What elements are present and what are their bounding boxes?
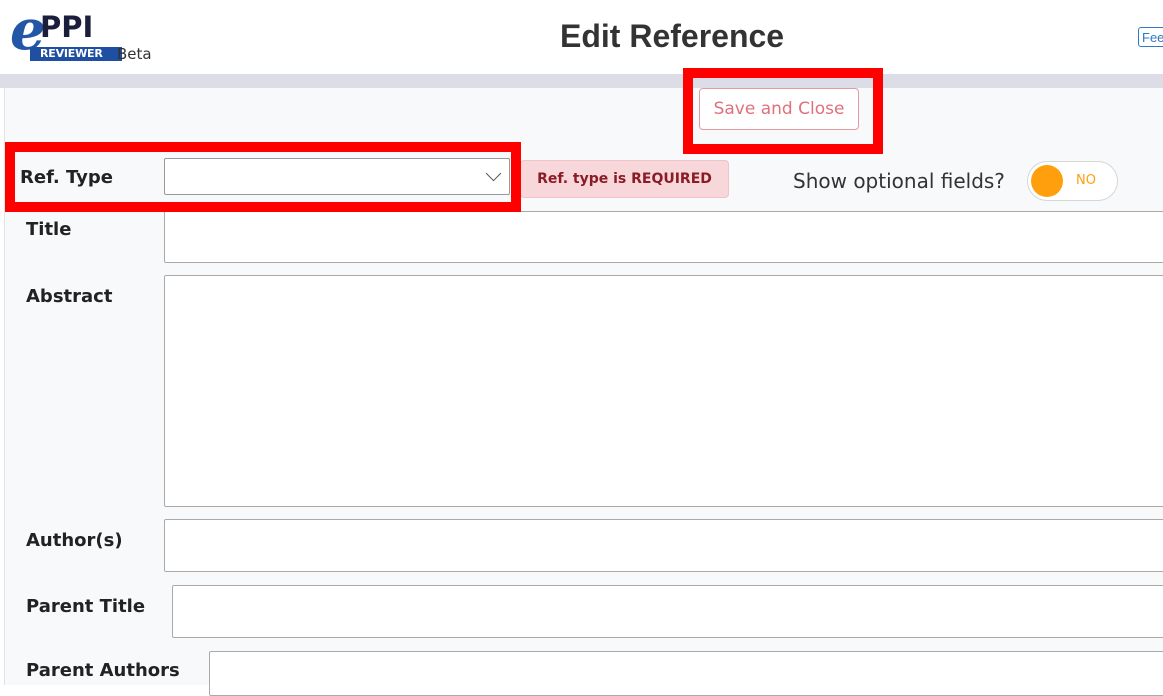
parent-authors-label: Parent Authors	[26, 660, 180, 681]
eppi-reviewer-logo[interactable]: e PPI REVIEWER Beta	[10, 2, 170, 64]
feedback-button[interactable]: Feedback	[1138, 27, 1163, 47]
abstract-label: Abstract	[26, 286, 113, 307]
parent-authors-input[interactable]	[209, 651, 1163, 696]
ref-type-label: Ref. Type	[20, 167, 113, 188]
parent-title-label: Parent Title	[26, 596, 146, 617]
beta-label: Beta	[117, 45, 152, 63]
app-header: e PPI REVIEWER Beta Edit Reference Feedb…	[0, 0, 1163, 74]
toggle-state-text: NO	[1076, 173, 1096, 188]
show-optional-fields-label: Show optional fields?	[793, 169, 1005, 193]
header-divider	[0, 74, 1163, 88]
ref-type-select[interactable]	[164, 158, 510, 195]
toggle-knob	[1031, 165, 1063, 197]
optional-fields-toggle[interactable]: NO	[1027, 161, 1118, 201]
page-title: Edit Reference	[560, 18, 785, 54]
title-input[interactable]	[164, 211, 1163, 263]
save-and-close-button[interactable]: Save and Close	[699, 88, 859, 130]
title-label: Title	[26, 219, 72, 240]
authors-label: Author(s)	[26, 530, 123, 551]
logo-reviewer-text: REVIEWER	[40, 47, 103, 60]
logo-ppi-text: PPI	[40, 10, 94, 44]
ref-type-required-badge: Ref. type is REQUIRED	[520, 160, 729, 198]
chevron-down-icon	[485, 165, 502, 182]
abstract-textarea[interactable]	[164, 275, 1163, 507]
parent-title-input[interactable]	[172, 585, 1163, 638]
authors-input[interactable]	[164, 519, 1163, 572]
